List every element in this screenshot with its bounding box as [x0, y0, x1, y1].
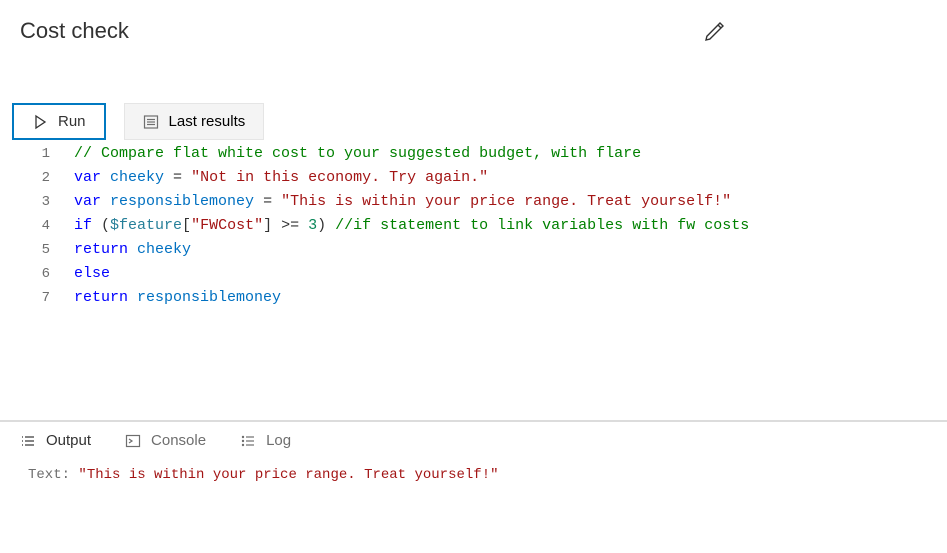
code-line: 6 else	[34, 262, 947, 286]
line-number: 2	[34, 166, 74, 190]
header: Cost check	[0, 0, 947, 63]
tab-output[interactable]: Output	[20, 432, 91, 449]
output-panel: Text: "This is within your price range. …	[0, 459, 947, 491]
log-icon	[240, 433, 256, 449]
line-number: 1	[34, 142, 74, 166]
code-line: 5 return cheeky	[34, 238, 947, 262]
tab-output-label: Output	[46, 432, 91, 449]
tab-console[interactable]: Console	[125, 432, 206, 449]
output-icon	[20, 433, 36, 449]
last-results-button[interactable]: Last results	[124, 103, 265, 140]
play-icon	[32, 114, 48, 130]
line-number: 4	[34, 214, 74, 238]
line-number: 5	[34, 238, 74, 262]
code-line: 7 return responsiblemoney	[34, 286, 947, 310]
output-value: "This is within your price range. Treat …	[78, 467, 498, 483]
output-label: Text:	[28, 467, 78, 483]
code-editor[interactable]: 1 // Compare flat white cost to your sug…	[0, 140, 947, 420]
console-icon	[125, 433, 141, 449]
run-button-label: Run	[58, 113, 86, 130]
page-title: Cost check	[20, 18, 129, 44]
pencil-icon[interactable]	[703, 19, 727, 43]
tab-console-label: Console	[151, 432, 206, 449]
run-button[interactable]: Run	[12, 103, 106, 140]
code-line: 2 var cheeky = "Not in this economy. Try…	[34, 166, 947, 190]
line-number: 6	[34, 262, 74, 286]
tab-log[interactable]: Log	[240, 432, 291, 449]
toolbar: Run Last results	[12, 103, 947, 140]
code-line: 3 var responsiblemoney = "This is within…	[34, 190, 947, 214]
code-line: 1 // Compare flat white cost to your sug…	[34, 142, 947, 166]
line-number: 7	[34, 286, 74, 310]
code-line: 4 if ($feature["FWCost"] >= 3) //if stat…	[34, 214, 947, 238]
tab-log-label: Log	[266, 432, 291, 449]
line-number: 3	[34, 190, 74, 214]
last-results-label: Last results	[169, 113, 246, 130]
results-icon	[143, 114, 159, 130]
output-tab-bar: Output Console Log	[0, 420, 947, 459]
